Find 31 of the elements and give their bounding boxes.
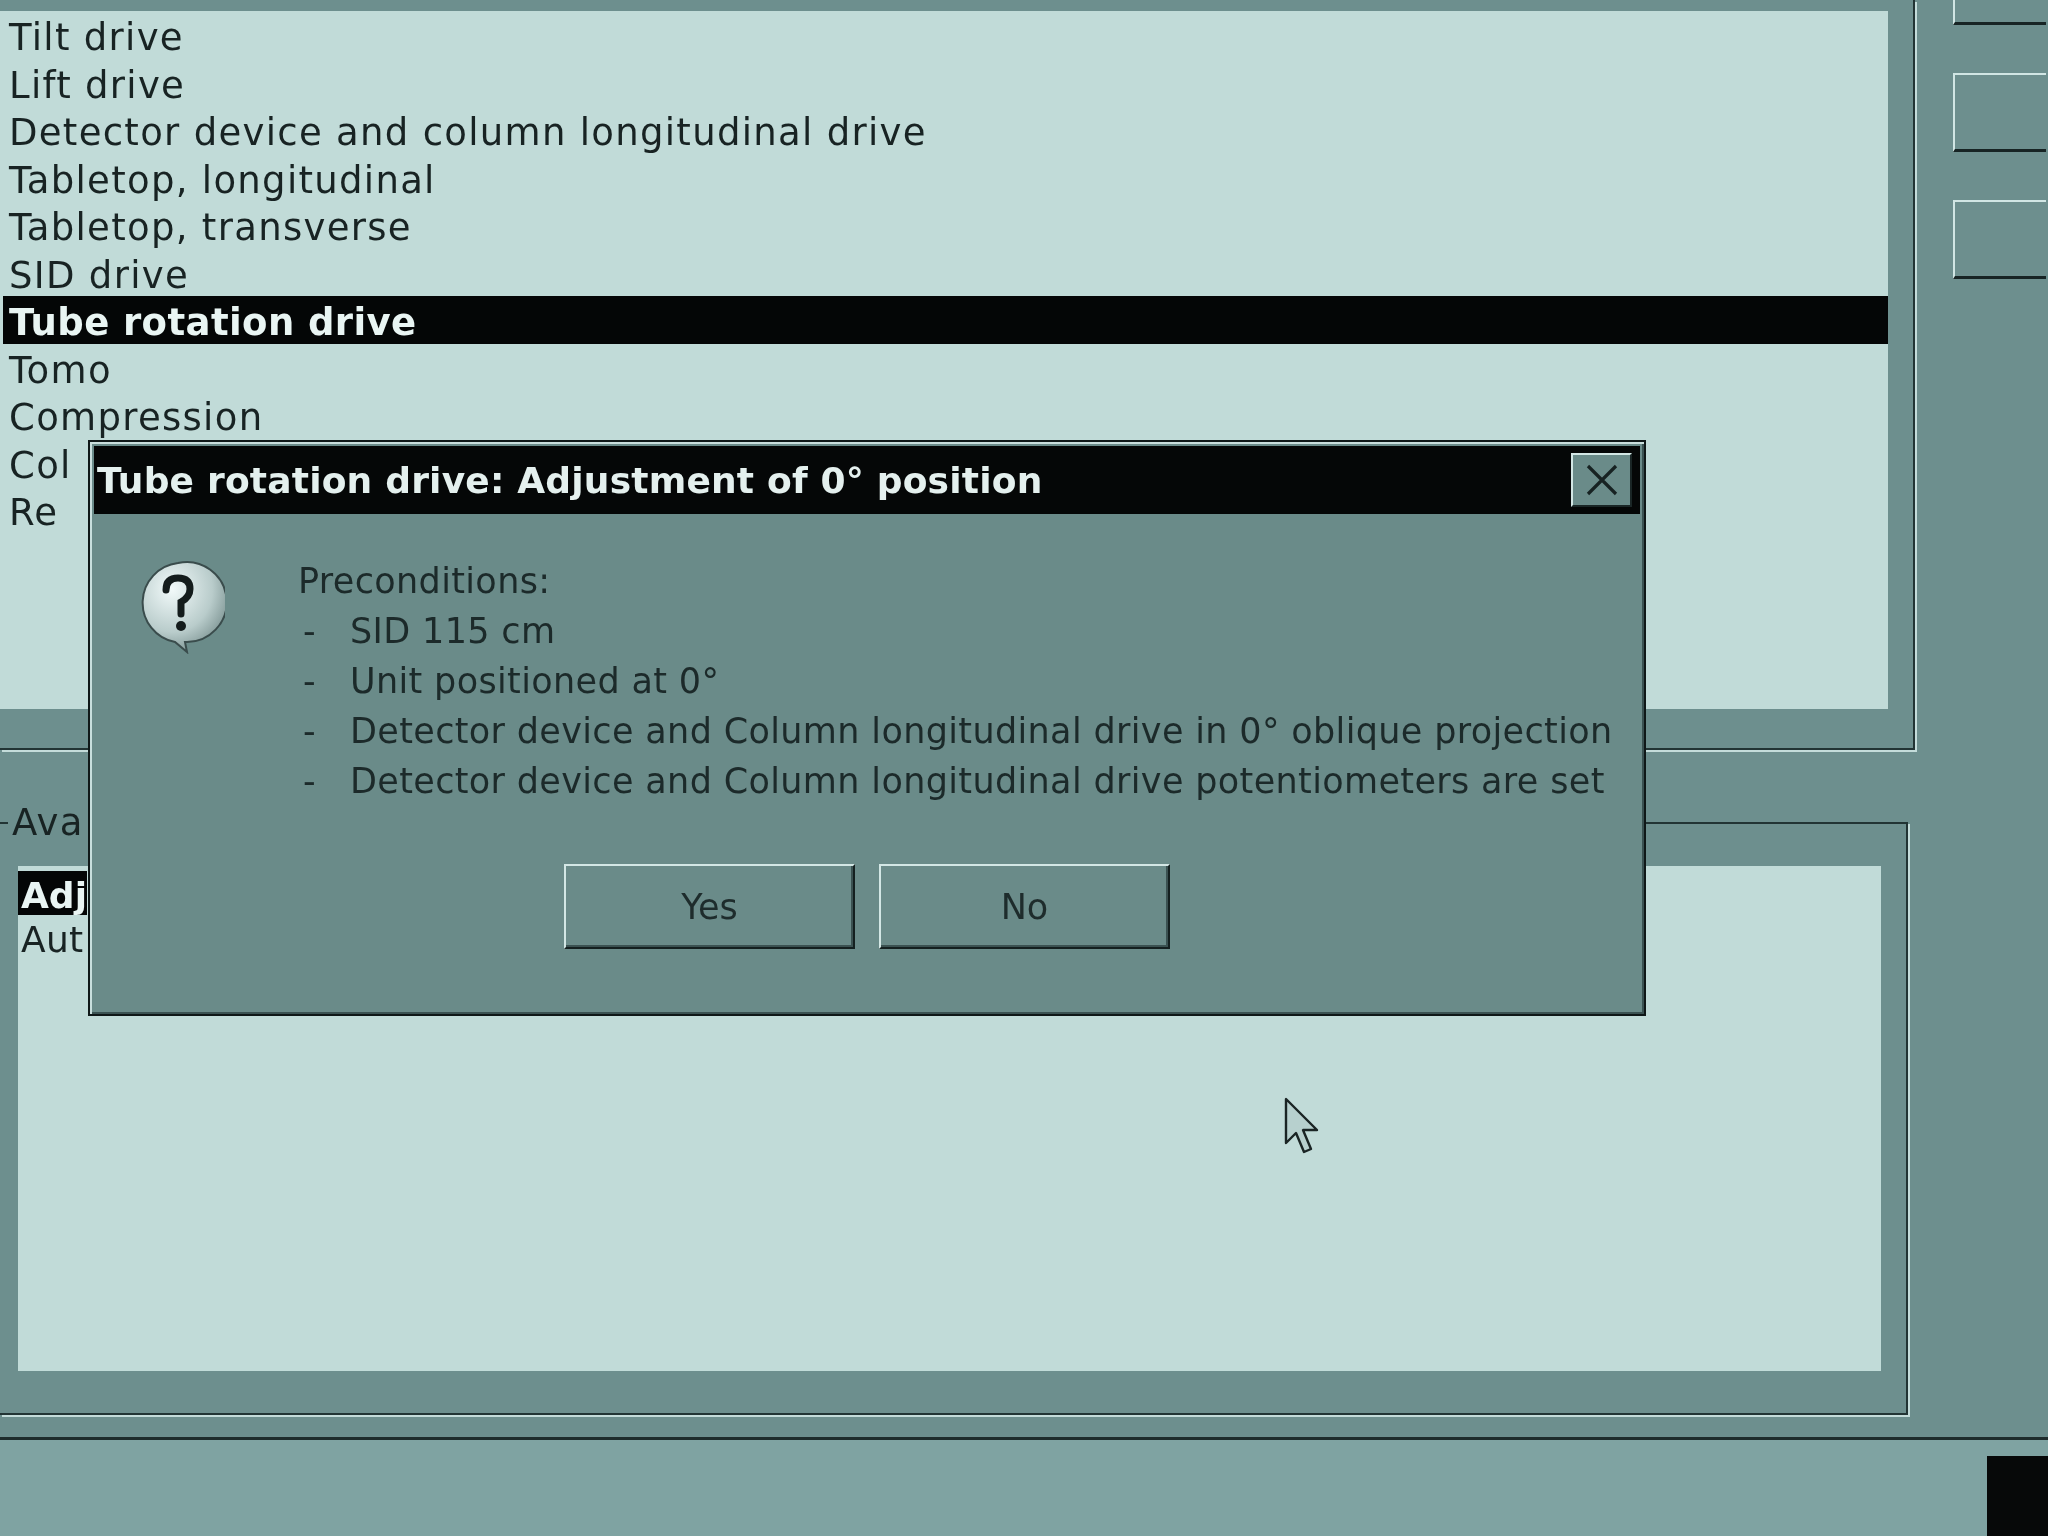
list-item[interactable]: Tomo xyxy=(3,343,122,391)
list-dash: - xyxy=(302,610,316,653)
list-item[interactable]: Tabletop, longitudinal xyxy=(3,153,446,201)
close-button[interactable] xyxy=(1571,453,1632,507)
close-icon xyxy=(1584,464,1619,496)
dialog-title: Tube rotation drive: Adjustment of 0° position xyxy=(97,459,1043,501)
list-item[interactable]: Tube rotation drive xyxy=(3,296,1888,344)
dialog-button[interactable]: No xyxy=(879,864,1170,949)
list-item[interactable]: Detector device and column longitudinal drive xyxy=(3,106,937,154)
precondition-text: Detector device and Column longitudinal drive potentiometers are set xyxy=(350,760,1605,803)
precondition-text: SID 115 cm xyxy=(350,610,556,653)
list-item[interactable]: Lift drive xyxy=(3,58,196,106)
preconditions-heading: Preconditions: xyxy=(298,560,551,603)
dialog-button[interactable]: Yes xyxy=(564,864,855,949)
list-item[interactable]: Adj xyxy=(18,871,87,915)
precondition-text: Detector device and Column longitudinal drive in 0° oblique projection xyxy=(350,710,1613,753)
list-item[interactable]: Compression xyxy=(3,391,274,439)
group-label: Ava xyxy=(11,803,85,843)
pointer-cursor-icon xyxy=(1284,1097,1320,1155)
list-item[interactable]: Tabletop, transverse xyxy=(3,201,422,249)
list-item[interactable]: Col xyxy=(3,438,82,486)
list-item[interactable]: Tilt drive xyxy=(3,11,194,59)
list-item[interactable]: Aut xyxy=(18,915,84,959)
precondition-text: Unit positioned at 0° xyxy=(350,660,720,703)
list-item[interactable]: SID drive xyxy=(3,248,199,296)
side-button[interactable] xyxy=(1953,200,2046,279)
list-dash: - xyxy=(302,660,316,703)
list-dash: - xyxy=(302,710,316,753)
side-button[interactable] xyxy=(1953,73,2046,152)
list-item[interactable]: Re xyxy=(3,486,69,534)
list-dash: - xyxy=(302,760,316,803)
